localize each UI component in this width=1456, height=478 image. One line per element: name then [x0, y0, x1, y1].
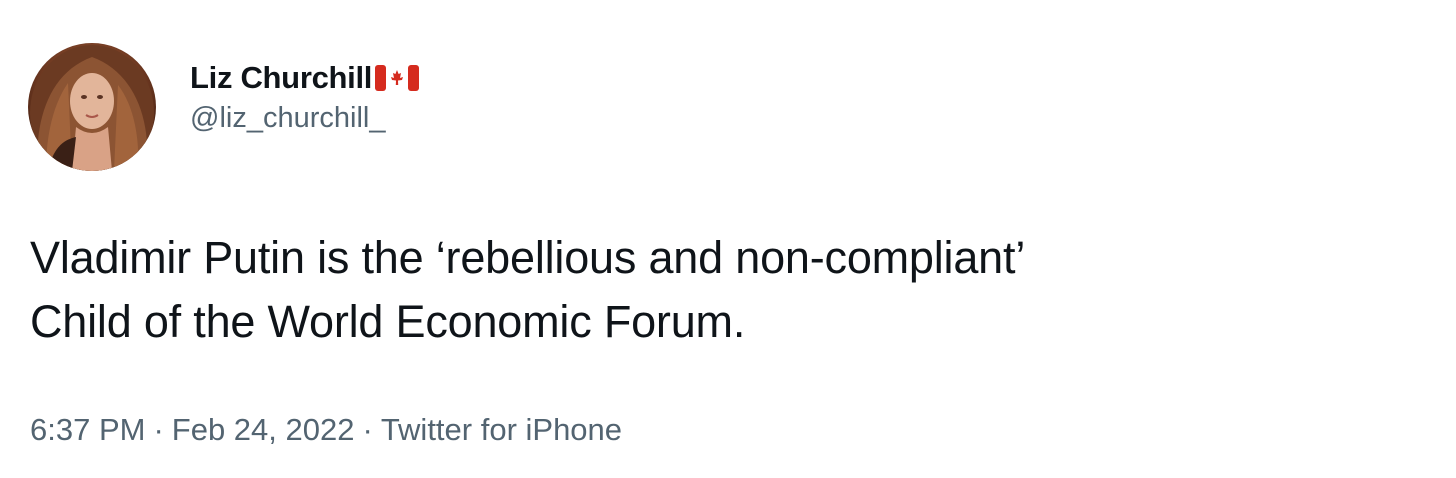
meta-separator: · — [362, 412, 373, 447]
author-handle[interactable]: @liz_churchill_ — [190, 102, 419, 135]
canada-flag-icon — [375, 63, 420, 93]
tweet-meta: 6:37 PM · Feb 24, 2022 · Twitter for iPhone — [30, 412, 622, 448]
tweet-text: Vladimir Putin is the ‘rebellious and no… — [30, 226, 1450, 354]
tweet-card: Liz Churchill @liz_churchill_ Vladimir P… — [0, 0, 1456, 478]
tweet-date[interactable]: Feb 24, 2022 — [172, 412, 355, 447]
tweet-text-line: Vladimir Putin is the ‘rebellious and no… — [30, 232, 1026, 283]
avatar[interactable] — [28, 43, 156, 171]
tweet-source[interactable]: Twitter for iPhone — [381, 412, 622, 447]
author-display-name[interactable]: Liz Churchill — [190, 60, 372, 96]
tweet-text-line: Child of the World Economic Forum. — [30, 296, 746, 347]
meta-separator: · — [153, 412, 164, 447]
tweet-time[interactable]: 6:37 PM — [30, 412, 145, 447]
tweet-header: Liz Churchill @liz_churchill_ — [190, 58, 420, 135]
avatar-photo — [30, 45, 154, 171]
name-row: Liz Churchill — [190, 58, 420, 98]
